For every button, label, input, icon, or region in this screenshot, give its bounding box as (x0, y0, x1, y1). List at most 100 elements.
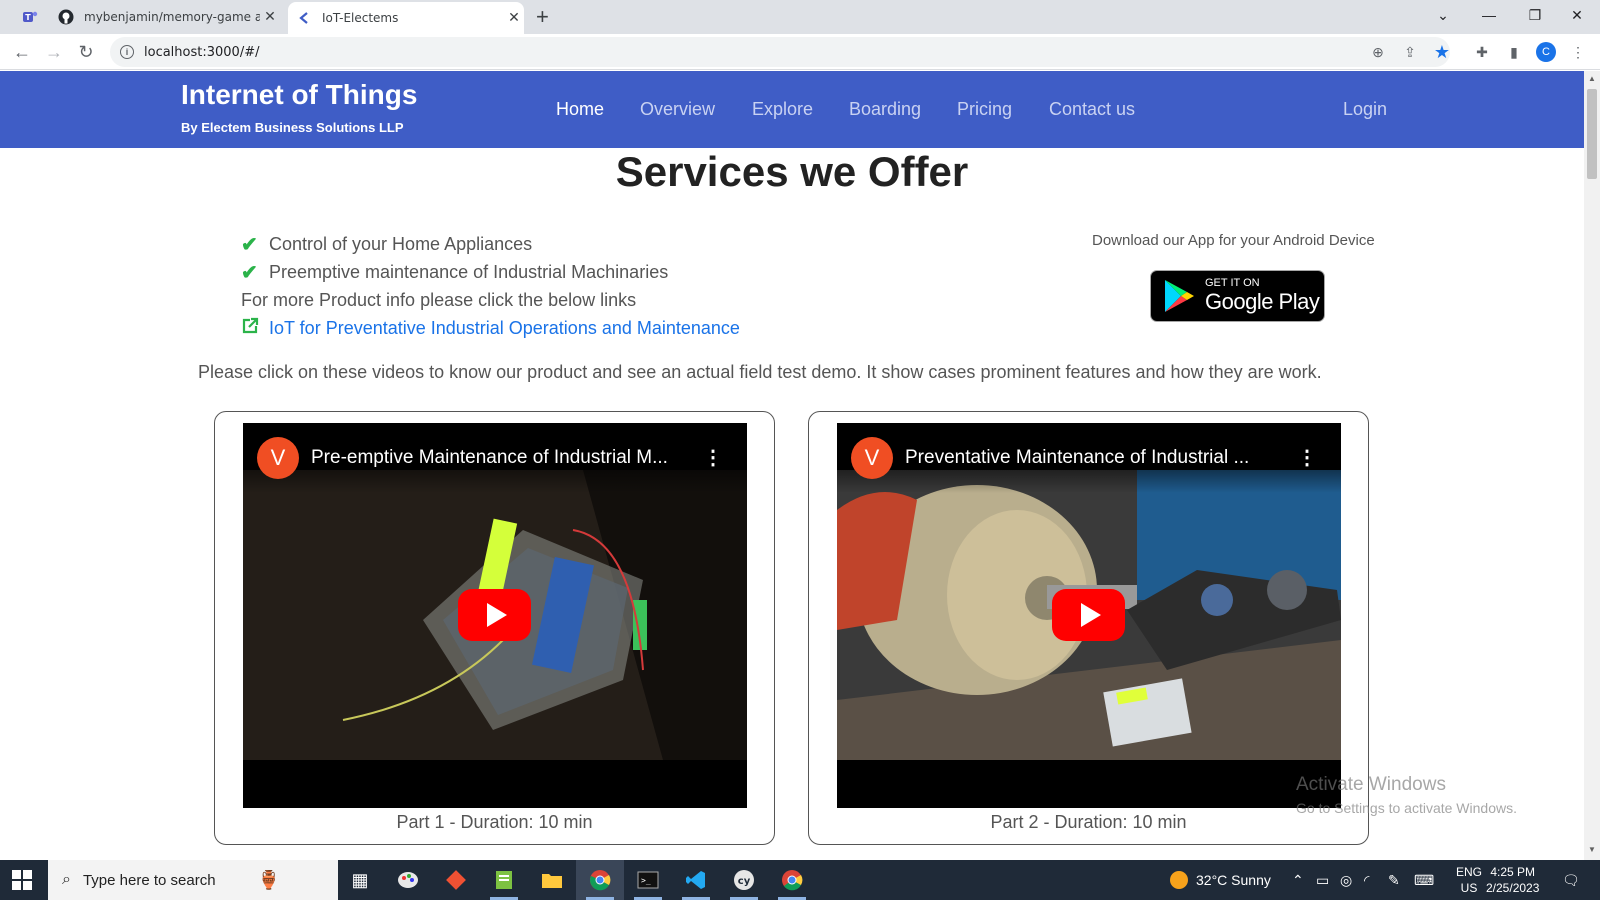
list-item: ✔ Control of your Home Appliances (241, 230, 740, 258)
git-icon[interactable] (432, 860, 480, 900)
menu-icon[interactable]: ⋮ (1568, 42, 1588, 62)
notifications-icon[interactable]: 🗨 (1562, 860, 1580, 900)
battery-icon[interactable]: ▭ (1316, 860, 1329, 900)
page-title: Services we Offer (615, 148, 969, 195)
site-icon (296, 10, 312, 26)
nav-contact[interactable]: Contact us (1049, 99, 1135, 120)
page-scrollbar[interactable]: ▲ ▼ (1584, 71, 1600, 860)
checkmark-icon: ✔ (241, 261, 258, 284)
tab-iot-electems[interactable]: IoT-Electems ✕ (288, 2, 524, 34)
nav-boarding[interactable]: Boarding (849, 99, 921, 120)
bookmark-star-icon[interactable]: ★ (1432, 42, 1452, 62)
github-icon (58, 9, 74, 25)
tab-search-icon[interactable]: ⌄ (1420, 0, 1466, 30)
taskbar-clock[interactable]: 4:25 PM 2/25/2023 (1486, 864, 1539, 896)
more-options-icon[interactable]: ⋮ (1297, 445, 1317, 470)
watermark-line1: Activate Windows (1296, 774, 1446, 795)
cypress-icon[interactable]: cy (720, 860, 768, 900)
video-card-2: V Preventative Maintenance of Industrial… (808, 411, 1369, 845)
brand-title[interactable]: Internet of Things (181, 79, 417, 111)
tab-github[interactable]: mybenjamin/memory-game at b ✕ (50, 0, 280, 34)
video-caption: Part 2 - Duration: 10 min (990, 812, 1187, 832)
product-link-row[interactable]: IoT for Preventative Industrial Operatio… (241, 314, 740, 342)
zoom-icon[interactable]: ⊕ (1368, 42, 1388, 62)
video-player-2[interactable]: V Preventative Maintenance of Industrial… (837, 423, 1341, 808)
service-text: Control of your Home Appliances (269, 233, 533, 254)
profile-avatar[interactable]: C (1536, 42, 1556, 62)
close-tab-icon[interactable]: ✕ (504, 10, 524, 26)
restore-icon[interactable]: ❐ (1512, 0, 1558, 30)
tab-teams[interactable]: T (14, 0, 42, 34)
wifi-icon[interactable]: ◜ (1364, 860, 1369, 900)
address-bar[interactable]: i localhost:3000/#/ (110, 37, 1450, 67)
google-play-line2: Google Play (1205, 289, 1320, 314)
browser-tab-strip: T mybenjamin/memory-game at b ✕ IoT-Elec… (0, 0, 1600, 34)
video-title[interactable]: Pre-emptive Maintenance of Industrial M.… (311, 447, 668, 469)
video-title[interactable]: Preventative Maintenance of Industrial .… (905, 447, 1249, 469)
forward-icon[interactable]: → (42, 40, 66, 64)
list-item: ✔ Preemptive maintenance of Industrial M… (241, 258, 740, 286)
nav-login[interactable]: Login (1343, 99, 1387, 120)
scroll-down-icon[interactable]: ▼ (1588, 845, 1596, 854)
svg-text:cy: cy (738, 876, 751, 887)
browser-toolbar: ← → ↻ i localhost:3000/#/ ⊕ ⇪ ★ ✚ ▮ C ⋮ (0, 34, 1600, 70)
scroll-thumb[interactable] (1587, 89, 1597, 179)
task-view-icon[interactable]: ▦ (336, 860, 384, 900)
site-navbar: Internet of Things By Electem Business S… (0, 71, 1584, 148)
nav-explore[interactable]: Explore (752, 99, 813, 120)
nav-home[interactable]: Home (556, 99, 604, 120)
share-icon[interactable]: ⇪ (1400, 42, 1420, 62)
close-window-icon[interactable]: ✕ (1554, 0, 1600, 30)
product-link[interactable]: IoT for Preventative Industrial Operatio… (269, 318, 740, 339)
channel-avatar[interactable]: V (851, 437, 893, 479)
weather-widget[interactable]: 32°C Sunny (1170, 860, 1271, 900)
search-placeholder: Type here to search (82, 871, 216, 889)
more-info-text: For more Product info please click the b… (241, 286, 740, 314)
search-icon: ⌕ (62, 871, 71, 888)
activate-windows-watermark: Activate Windows Go to Settings to activ… (1296, 774, 1517, 816)
weather-text: 32°C Sunny (1196, 872, 1271, 888)
video-player-1[interactable]: V Pre-emptive Maintenance of Industrial … (243, 423, 747, 808)
taskbar-search[interactable]: ⌕ Type here to search 🏺 (48, 860, 338, 900)
play-button[interactable] (1052, 589, 1125, 641)
file-explorer-icon[interactable] (528, 860, 576, 900)
svg-text:>_: >_ (641, 876, 651, 885)
paint-icon[interactable] (384, 860, 432, 900)
pen-icon[interactable]: ✎ (1388, 860, 1400, 900)
scroll-up-icon[interactable]: ▲ (1588, 74, 1596, 83)
services-list: ✔ Control of your Home Appliances ✔ Pree… (241, 230, 740, 342)
site-info-icon[interactable]: i (120, 45, 134, 59)
close-tab-icon[interactable]: ✕ (260, 9, 280, 25)
svg-text:T: T (25, 13, 31, 22)
nav-overview[interactable]: Overview (640, 99, 715, 120)
service-text: Preemptive maintenance of Industrial Mac… (269, 261, 669, 282)
webcam-icon[interactable]: ◎ (1340, 860, 1352, 900)
play-button[interactable] (458, 589, 531, 641)
extensions-icon[interactable]: ✚ (1472, 42, 1492, 62)
play-icon (1080, 603, 1101, 627)
new-tab-icon[interactable]: + (536, 4, 549, 30)
chrome-icon[interactable] (768, 860, 816, 900)
video-card-1: V Pre-emptive Maintenance of Industrial … (214, 411, 775, 845)
windows-start-icon[interactable] (12, 870, 32, 890)
more-options-icon[interactable]: ⋮ (703, 445, 723, 470)
side-panel-icon[interactable]: ▮ (1504, 42, 1524, 62)
terminal-icon[interactable]: >_ (624, 860, 672, 900)
lang-line1: ENG (1456, 865, 1483, 879)
google-play-icon (1165, 280, 1194, 312)
channel-avatar[interactable]: V (257, 437, 299, 479)
minimize-icon[interactable]: — (1466, 0, 1512, 30)
google-play-badge[interactable]: GET IT ON Google Play (1150, 270, 1325, 322)
tab-title: IoT-Electems (322, 11, 399, 25)
nav-pricing[interactable]: Pricing (957, 99, 1012, 120)
chrome-icon[interactable] (576, 860, 624, 900)
url-text: localhost:3000/#/ (144, 44, 260, 60)
notepad-icon[interactable] (480, 860, 528, 900)
back-icon[interactable]: ← (10, 40, 34, 64)
clock-time: 4:25 PM (1490, 865, 1536, 879)
vscode-icon[interactable] (672, 860, 720, 900)
tray-chevron-icon[interactable]: ⌃ (1292, 860, 1304, 900)
keyboard-icon[interactable]: ⌨ (1414, 860, 1434, 900)
language-indicator[interactable]: ENG US (1456, 860, 1482, 900)
reload-icon[interactable]: ↻ (74, 40, 98, 64)
